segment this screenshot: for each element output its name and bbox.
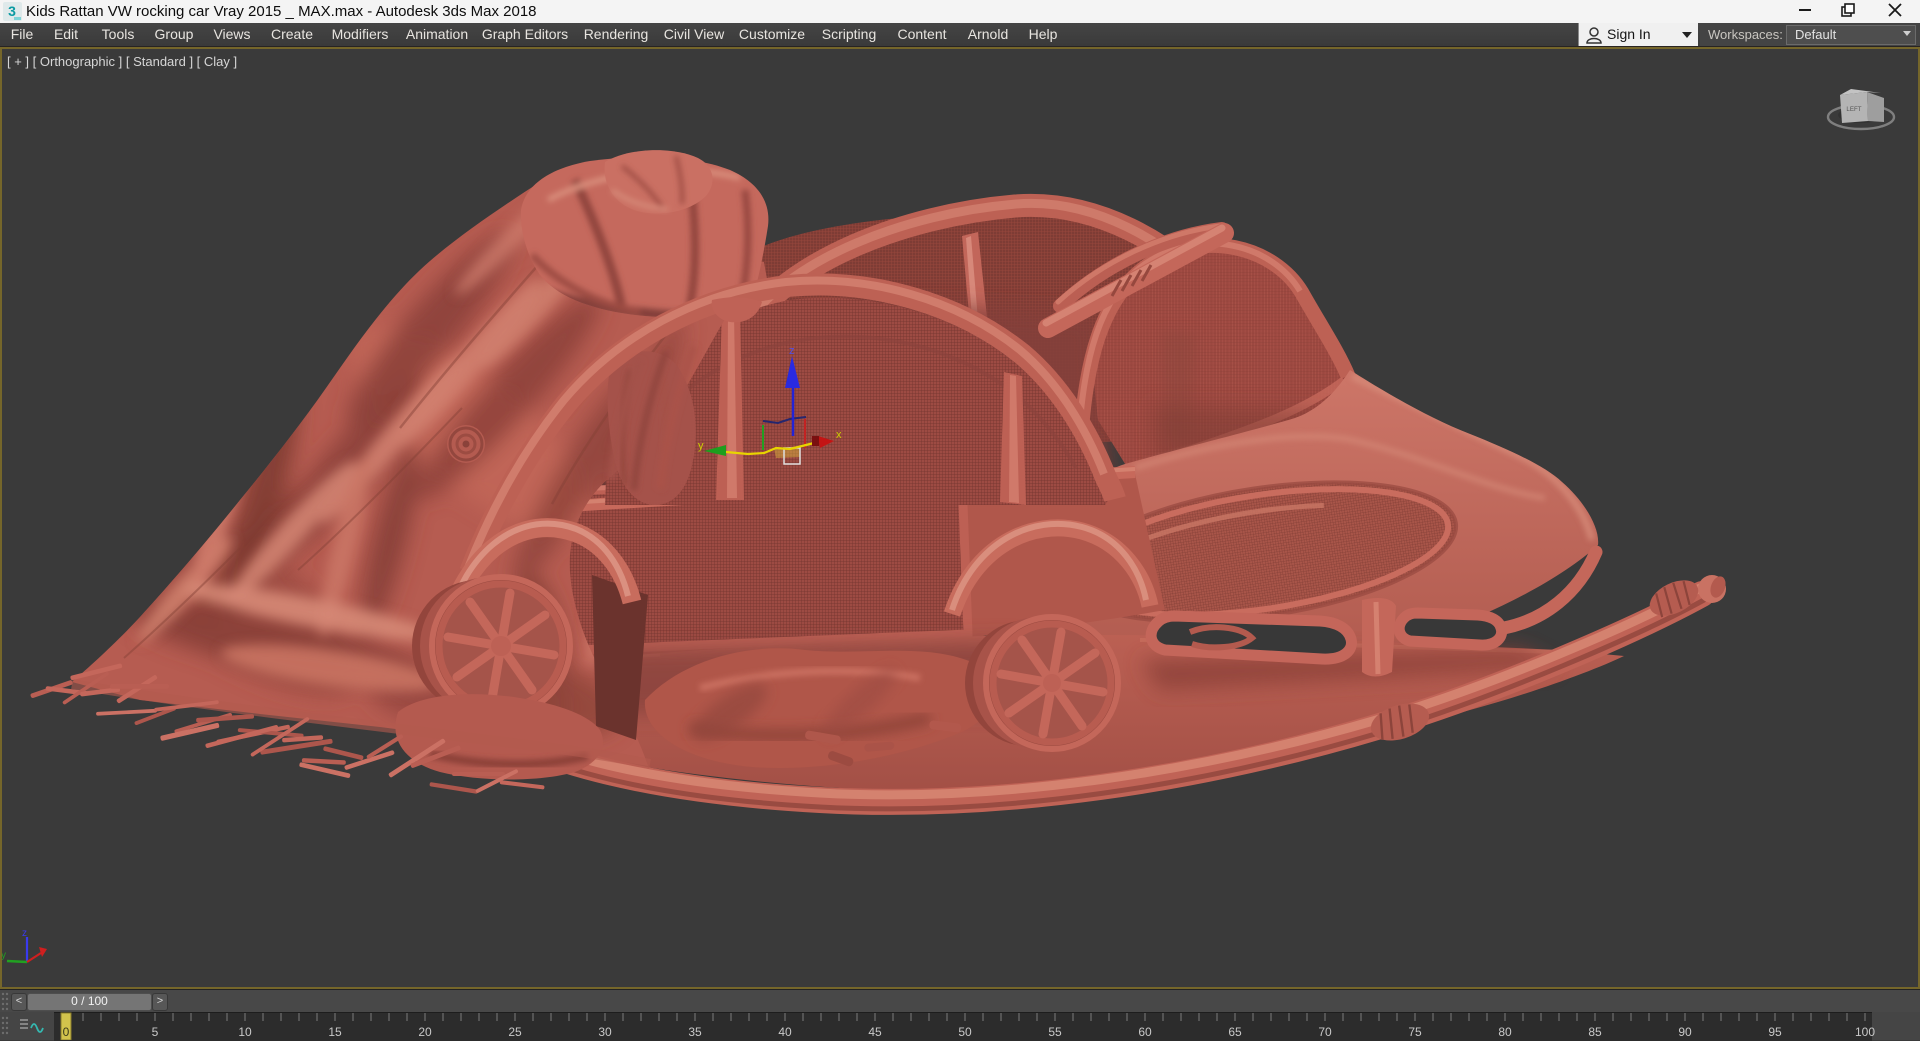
- svg-text:60: 60: [1138, 1025, 1152, 1039]
- svg-text:70: 70: [1318, 1025, 1332, 1039]
- svg-text:5: 5: [152, 1025, 159, 1039]
- svg-text:40: 40: [778, 1025, 792, 1039]
- svg-text:75: 75: [1408, 1025, 1422, 1039]
- svg-text:20: 20: [418, 1025, 432, 1039]
- svg-text:30: 30: [598, 1025, 612, 1039]
- svg-text:90: 90: [1678, 1025, 1692, 1039]
- svg-text:100: 100: [1855, 1025, 1875, 1039]
- svg-text:15: 15: [328, 1025, 342, 1039]
- svg-text:95: 95: [1768, 1025, 1782, 1039]
- svg-text:55: 55: [1048, 1025, 1062, 1039]
- svg-text:0: 0: [63, 1025, 70, 1039]
- svg-text:80: 80: [1498, 1025, 1512, 1039]
- svg-text:50: 50: [958, 1025, 972, 1039]
- svg-text:45: 45: [868, 1025, 882, 1039]
- svg-text:35: 35: [688, 1025, 702, 1039]
- svg-text:25: 25: [508, 1025, 522, 1039]
- svg-text:10: 10: [238, 1025, 252, 1039]
- svg-text:85: 85: [1588, 1025, 1602, 1039]
- svg-text:65: 65: [1228, 1025, 1242, 1039]
- svg-text:3: 3: [8, 3, 16, 19]
